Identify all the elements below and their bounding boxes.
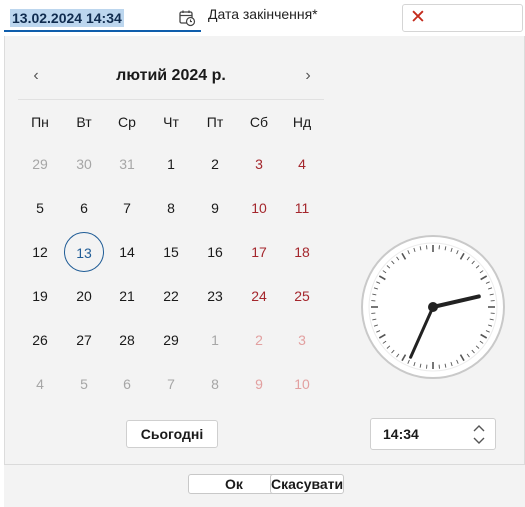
chevron-up-icon[interactable]	[471, 422, 487, 434]
calendar-day[interactable]: 2	[195, 144, 235, 184]
calendar-day[interactable]: 26	[20, 320, 60, 360]
calendar-day[interactable]: 29	[151, 320, 191, 360]
calendar-day[interactable]: 14	[107, 232, 147, 272]
start-date-value[interactable]: 13.02.2024 14:34	[10, 9, 124, 27]
start-date-input[interactable]: 13.02.2024 14:34	[4, 4, 201, 32]
ok-button[interactable]: Ок	[188, 474, 280, 494]
calendar-day[interactable]: 24	[239, 276, 279, 316]
calendar-day[interactable]: 7	[151, 364, 191, 404]
weekday-label: Пт	[206, 114, 224, 130]
calendar-day[interactable]: 20	[64, 276, 104, 316]
time-value[interactable]: 14:34	[383, 426, 419, 442]
calendar-day[interactable]: 15	[151, 232, 191, 272]
weekday-label: Сб	[249, 114, 269, 130]
weekday-header: Пн Вт Ср Чт Пт Сб Нд	[18, 110, 324, 134]
calendar-day[interactable]: 2	[239, 320, 279, 360]
calendar-day[interactable]: 28	[107, 320, 147, 360]
cancel-button[interactable]: Скасувати	[270, 474, 344, 494]
calendar-day[interactable]: 4	[20, 364, 60, 404]
calendar-day[interactable]: 6	[107, 364, 147, 404]
calendar-day[interactable]: 1	[195, 320, 235, 360]
chevron-down-icon[interactable]	[471, 435, 487, 447]
calendar-day[interactable]: 22	[151, 276, 191, 316]
calendar-day[interactable]: 31	[107, 144, 147, 184]
calendar-day[interactable]: 10	[282, 364, 322, 404]
calendar-day[interactable]: 13	[64, 232, 104, 272]
calendar-day[interactable]: 3	[282, 320, 322, 360]
calendar-day[interactable]: 1	[151, 144, 191, 184]
close-icon[interactable]: ✕	[409, 8, 427, 27]
calendar-day[interactable]: 3	[239, 144, 279, 184]
calendar-day[interactable]: 12	[20, 232, 60, 272]
end-date-label: Дата закінчення*	[208, 6, 318, 22]
calendar-day[interactable]: 21	[107, 276, 147, 316]
calendar-day[interactable]: 5	[64, 364, 104, 404]
clock-center	[428, 302, 438, 312]
calendar-day[interactable]: 6	[64, 188, 104, 228]
calendar-day[interactable]: 18	[282, 232, 322, 272]
next-month-button[interactable]: ›	[296, 64, 320, 88]
analog-clock	[361, 235, 505, 379]
day-grid: 29 30 31 1 2 3 4 5 6 7 8 9 10 11 12 13 14 15 16 17 18 19 20 21 2…	[18, 142, 324, 406]
calendar-day[interactable]: 8	[195, 364, 235, 404]
calendar-day[interactable]: 9	[239, 364, 279, 404]
calendar-day[interactable]: 11	[282, 188, 322, 228]
calendar-day[interactable]: 5	[20, 188, 60, 228]
calendar-day[interactable]: 4	[282, 144, 322, 184]
weekday-label: Пн	[31, 114, 49, 130]
calendar-day[interactable]: 9	[195, 188, 235, 228]
calendar-day[interactable]: 17	[239, 232, 279, 272]
weekday-label: Нд	[292, 114, 312, 130]
weekday-label: Чт	[163, 114, 179, 130]
calendar-day[interactable]: 23	[195, 276, 235, 316]
calendar-day[interactable]: 7	[107, 188, 147, 228]
weekday-label: Ср	[118, 114, 136, 130]
today-button[interactable]: Сьогодні	[126, 420, 218, 448]
top-bar: 13.02.2024 14:34 Дата закінчення* ✕	[0, 0, 525, 36]
month-header: ‹ лютий 2024 р. ›	[18, 60, 324, 100]
end-date-input[interactable]: ✕	[402, 4, 523, 32]
calendar-day[interactable]: 8	[151, 188, 191, 228]
calendar-day[interactable]: 25	[282, 276, 322, 316]
time-input[interactable]: 14:34	[370, 418, 496, 450]
calendar-day[interactable]: 29	[20, 144, 60, 184]
calendar-clock-icon[interactable]	[178, 9, 196, 27]
weekday-label: Вт	[76, 114, 92, 130]
calendar-day[interactable]: 27	[64, 320, 104, 360]
month-title: лютий 2024 р.	[116, 67, 226, 84]
calendar-day[interactable]: 16	[195, 232, 235, 272]
calendar-day[interactable]: 19	[20, 276, 60, 316]
calendar-day[interactable]: 10	[239, 188, 279, 228]
calendar-day[interactable]: 30	[64, 144, 104, 184]
